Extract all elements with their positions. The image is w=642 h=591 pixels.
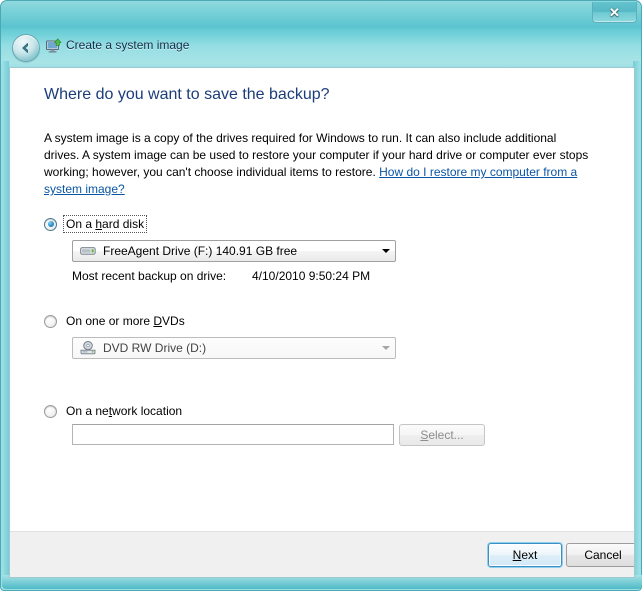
- dvd-dropdown-value: DVD RW Drive (D:): [103, 341, 207, 355]
- window-border-left: [2, 61, 9, 581]
- radio-dvd-indicator: [44, 314, 57, 328]
- content-pane: Where do you want to save the backup? A …: [10, 68, 634, 531]
- radio-on-one-or-more-dvds[interactable]: On one or more DVDs: [44, 313, 187, 329]
- cancel-button[interactable]: Cancel: [566, 543, 634, 567]
- dvd-drive-icon: [79, 340, 97, 356]
- hard-disk-dropdown[interactable]: FreeAgent Drive (F:) 140.91 GB free: [72, 240, 396, 262]
- radio-network-label: On a network location: [66, 404, 183, 418]
- client-area: Where do you want to save the backup? A …: [9, 67, 635, 578]
- hard-disk-dropdown-value: FreeAgent Drive (F:) 140.91 GB free: [103, 244, 298, 258]
- recent-backup-label: Most recent backup on drive:: [72, 269, 227, 283]
- network-location-input[interactable]: [72, 424, 394, 445]
- hard-drive-icon: [79, 243, 97, 259]
- chevron-down-icon-dvd: [377, 338, 395, 358]
- dvd-dropdown[interactable]: DVD RW Drive (D:): [72, 337, 396, 359]
- back-button[interactable]: [12, 34, 40, 62]
- next-button[interactable]: Next: [488, 543, 562, 567]
- radio-dvd-label: On one or more DVDs: [66, 314, 185, 328]
- radio-hard-disk-label: On a hard disk: [62, 215, 148, 233]
- radio-network-indicator: [44, 404, 57, 418]
- back-arrow-icon: [13, 35, 39, 61]
- recent-backup-row: Most recent backup on drive: 4/10/2010 9:…: [72, 269, 370, 283]
- select-button[interactable]: Select...: [399, 424, 485, 446]
- system-image-icon: [44, 37, 62, 55]
- close-icon: ✕: [609, 4, 620, 20]
- recent-backup-value: 4/10/2010 9:50:24 PM: [252, 269, 371, 283]
- radio-on-a-network-location[interactable]: On a network location: [44, 403, 184, 419]
- radio-hard-disk-indicator: [44, 217, 57, 231]
- intro-paragraph: A system image is a copy of the drives r…: [44, 130, 590, 198]
- chevron-down-icon: [377, 241, 395, 261]
- page-title: Where do you want to save the backup?: [44, 86, 330, 103]
- dialog-footer: Next Cancel: [10, 531, 634, 577]
- close-button[interactable]: ✕: [592, 2, 637, 23]
- radio-on-a-hard-disk[interactable]: On a hard disk: [44, 215, 148, 233]
- navigation-bar: Create a system image: [1, 29, 642, 67]
- title-bar: ✕: [1, 1, 642, 29]
- window-frame: ✕ Create a system image Where do you wan…: [0, 0, 642, 591]
- window-title: Create a system image: [66, 38, 190, 52]
